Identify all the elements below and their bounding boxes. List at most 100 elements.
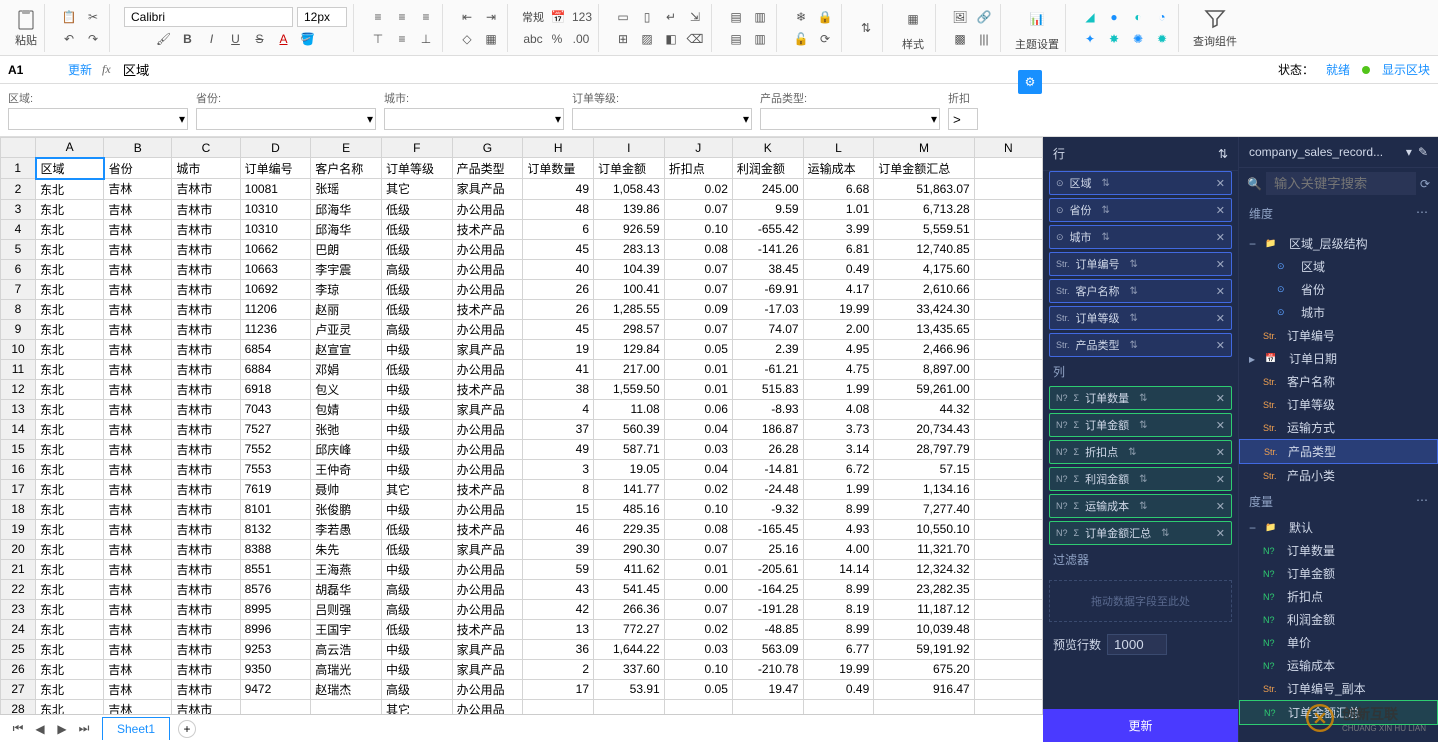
data-cell[interactable]: 39 — [523, 539, 594, 559]
data-cell[interactable]: 38.45 — [732, 259, 803, 279]
field-item[interactable]: N?利润金额 — [1239, 608, 1438, 631]
preview-rows-input[interactable] — [1107, 634, 1167, 655]
data-cell[interactable]: 6854 — [240, 339, 311, 359]
col-chip[interactable]: N?Σ订单数量⇅✕ — [1049, 386, 1232, 410]
row-header[interactable]: 1 — [1, 158, 36, 179]
data-cell[interactable]: 东北 — [36, 339, 104, 359]
data-cell[interactable]: 0.07 — [664, 599, 732, 619]
data-cell[interactable]: 6.77 — [803, 639, 874, 659]
data-cell[interactable]: 包义 — [311, 379, 382, 399]
row-header[interactable]: 19 — [1, 519, 36, 539]
lock-icon[interactable]: 🔒 — [815, 7, 835, 27]
data-cell[interactable]: 赵宣宣 — [311, 339, 382, 359]
data-cell[interactable]: 283.13 — [594, 239, 665, 259]
header-cell[interactable]: 客户名称 — [311, 158, 382, 179]
sort-icon[interactable]: ⇅ — [1218, 147, 1228, 161]
data-cell[interactable]: 51,863.07 — [874, 179, 974, 200]
row-header[interactable]: 3 — [1, 199, 36, 219]
data-cell[interactable]: 139.86 — [594, 199, 665, 219]
data-cell[interactable]: 包婧 — [311, 399, 382, 419]
data-cell[interactable]: 17 — [523, 679, 594, 699]
data-cell[interactable]: 李琼 — [311, 279, 382, 299]
data-cell[interactable]: 办公用品 — [452, 359, 523, 379]
ins-row-icon[interactable]: ▤ — [726, 7, 746, 27]
data-cell[interactable]: 19.99 — [803, 299, 874, 319]
data-cell[interactable]: 高云浩 — [311, 639, 382, 659]
data-cell[interactable]: 45 — [523, 319, 594, 339]
data-cell[interactable]: 中级 — [381, 339, 452, 359]
data-cell[interactable]: 49 — [523, 179, 594, 200]
data-cell[interactable]: 3.14 — [803, 439, 874, 459]
data-cell[interactable]: 0.08 — [664, 519, 732, 539]
data-cell[interactable]: 中级 — [381, 659, 452, 679]
header-cell[interactable]: 折扣点 — [664, 158, 732, 179]
data-cell[interactable]: 10663 — [240, 259, 311, 279]
field-item[interactable]: Str.产品类型 — [1239, 439, 1438, 464]
del-col-icon[interactable]: ▥ — [750, 29, 770, 49]
data-cell[interactable]: 11236 — [240, 319, 311, 339]
grid-icon[interactable]: ▦ — [481, 29, 501, 49]
data-cell[interactable]: 中级 — [381, 559, 452, 579]
row-chip[interactable]: ⊙区域⇅✕ — [1049, 171, 1232, 195]
row-header[interactable]: 26 — [1, 659, 36, 679]
col-header[interactable]: F — [381, 138, 452, 158]
floating-settings-icon[interactable]: ⚙ — [1018, 70, 1042, 94]
data-cell[interactable]: 5,559.51 — [874, 219, 974, 239]
chip-sort-icon[interactable]: ⇅ — [1102, 232, 1110, 243]
field-item[interactable]: N?运输成本 — [1239, 654, 1438, 677]
data-cell[interactable]: 6.81 — [803, 239, 874, 259]
data-cell[interactable]: 2,610.66 — [874, 279, 974, 299]
data-cell[interactable]: 吉林市 — [172, 359, 240, 379]
data-cell[interactable] — [594, 699, 665, 714]
chip-sort-icon[interactable]: ⇅ — [1130, 340, 1138, 351]
update-link[interactable]: 更新 — [68, 61, 92, 78]
data-cell[interactable]: 技术产品 — [452, 619, 523, 639]
data-cell[interactable] — [664, 699, 732, 714]
refresh-icon[interactable]: ⟳ — [815, 29, 835, 49]
data-cell[interactable]: 1.99 — [803, 479, 874, 499]
data-cell[interactable]: 赵丽 — [311, 299, 382, 319]
data-cell[interactable]: 8.99 — [803, 499, 874, 519]
data-cell[interactable]: 巴朗 — [311, 239, 382, 259]
data-cell[interactable]: 中级 — [381, 399, 452, 419]
data-cell[interactable]: 0.05 — [664, 679, 732, 699]
data-cell[interactable] — [240, 699, 311, 714]
data-cell[interactable]: 7527 — [240, 419, 311, 439]
data-cell[interactable]: 吉林 — [104, 259, 172, 279]
data-cell[interactable]: 办公用品 — [452, 259, 523, 279]
chip-sort-icon[interactable]: ⇅ — [1161, 528, 1169, 539]
data-cell[interactable]: 吉林 — [104, 459, 172, 479]
data-cell[interactable]: 吉林 — [104, 499, 172, 519]
gradient-icon[interactable]: ◧ — [661, 29, 681, 49]
data-cell[interactable]: 东北 — [36, 479, 104, 499]
chip-close-icon[interactable]: ✕ — [1216, 473, 1225, 486]
row-header[interactable]: 6 — [1, 259, 36, 279]
data-cell[interactable]: 王国宇 — [311, 619, 382, 639]
shrink-icon[interactable]: ⇲ — [685, 7, 705, 27]
data-cell[interactable]: 吉林市 — [172, 559, 240, 579]
data-cell[interactable]: 吉林 — [104, 359, 172, 379]
header-cell[interactable]: 订单编号 — [240, 158, 311, 179]
data-cell[interactable]: 916.47 — [874, 679, 974, 699]
data-cell[interactable]: 0.03 — [664, 639, 732, 659]
row-chip[interactable]: Str.订单编号⇅✕ — [1049, 252, 1232, 276]
data-cell[interactable]: 4 — [523, 399, 594, 419]
data-cell[interactable]: 1,058.43 — [594, 179, 665, 200]
data-cell[interactable]: 技术产品 — [452, 479, 523, 499]
data-cell[interactable]: 10,039.48 — [874, 619, 974, 639]
data-cell[interactable]: 141.77 — [594, 479, 665, 499]
data-cell[interactable]: 王海燕 — [311, 559, 382, 579]
data-cell[interactable]: 485.16 — [594, 499, 665, 519]
data-cell[interactable]: 吉林市 — [172, 179, 240, 200]
data-cell[interactable]: 高级 — [381, 679, 452, 699]
data-cell[interactable]: 541.45 — [594, 579, 665, 599]
col-header[interactable]: B — [104, 138, 172, 158]
data-cell[interactable]: 28,797.79 — [874, 439, 974, 459]
ct3-icon[interactable]: ◐ — [1128, 7, 1148, 27]
col-header[interactable]: K — [732, 138, 803, 158]
data-cell[interactable]: 772.27 — [594, 619, 665, 639]
data-cell[interactable] — [803, 699, 874, 714]
data-cell[interactable]: 6.68 — [803, 179, 874, 200]
tree-toggle-icon[interactable]: ▸ — [1249, 352, 1259, 366]
data-cell[interactable]: 0.06 — [664, 399, 732, 419]
